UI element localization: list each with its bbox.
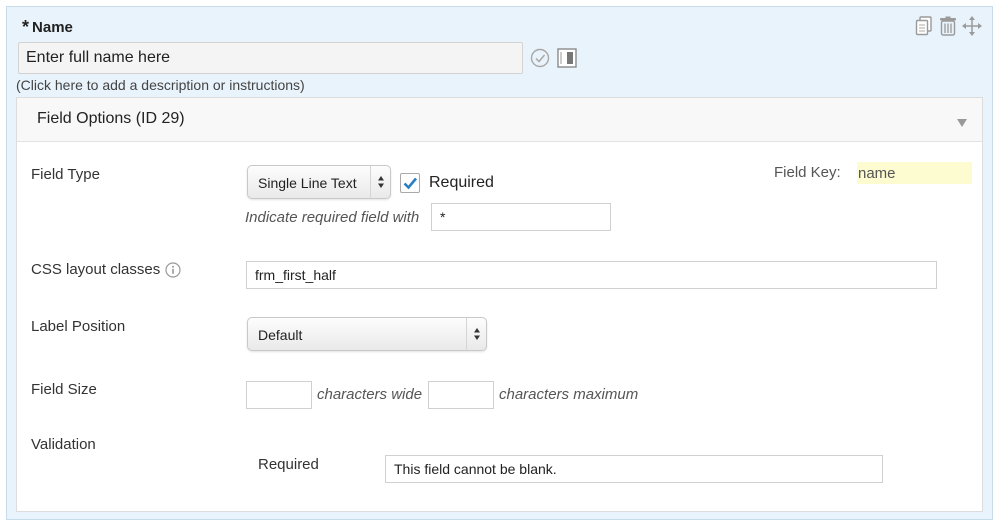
field-options-panel: Field Options (ID 29) Field Type Single … — [16, 97, 983, 512]
field-type-label: Field Type — [31, 166, 100, 183]
field-actions — [914, 15, 982, 37]
label-position-selected: Default — [258, 327, 303, 343]
field-label[interactable]: * Name — [22, 16, 73, 37]
column-icon[interactable] — [557, 48, 577, 71]
label-position-label: Label Position — [31, 318, 126, 335]
required-checkbox-label: Required — [429, 174, 494, 191]
required-checkbox[interactable] — [400, 173, 420, 193]
field-width-input[interactable] — [246, 381, 312, 409]
field-size-label: Field Size — [31, 381, 97, 398]
field-type-selected: Single Line Text — [258, 175, 357, 191]
field-key-label: Field Key: — [774, 164, 841, 181]
description-link[interactable]: (Click here to add a description or inst… — [16, 77, 305, 93]
css-classes-label: CSS layout classes — [31, 261, 161, 278]
move-icon[interactable] — [962, 15, 982, 37]
trash-icon[interactable] — [938, 15, 958, 37]
triangle-down-icon[interactable] — [956, 115, 968, 131]
css-classes-input[interactable] — [246, 261, 937, 289]
required-indicator-input[interactable] — [431, 203, 611, 231]
label-position-select[interactable]: Default — [247, 317, 487, 351]
info-icon[interactable] — [165, 262, 181, 281]
select-arrows-icon — [466, 318, 486, 350]
checkmark-icon — [403, 177, 417, 190]
field-max-input[interactable] — [428, 381, 494, 409]
required-marker: * — [22, 17, 30, 37]
characters-wide-label: characters wide — [317, 386, 423, 403]
field-options-header[interactable]: Field Options (ID 29) — [17, 98, 982, 142]
characters-maximum-label: characters maximum — [499, 386, 639, 403]
field-label-text: Name — [32, 19, 73, 36]
check-circle-icon[interactable] — [530, 48, 550, 71]
field-card: *Name (Click here to add a description o… — [6, 6, 993, 520]
field-type-select[interactable]: Single Line Text — [247, 165, 391, 199]
validation-label: Validation — [31, 436, 96, 453]
default-value-input[interactable] — [18, 42, 523, 74]
field-options-title: Field Options (ID 29) — [37, 110, 185, 127]
indicate-required-label: Indicate required field with — [245, 209, 420, 226]
duplicate-icon[interactable] — [914, 15, 934, 37]
field-key-input[interactable] — [857, 162, 972, 184]
validation-required-label: Required — [258, 456, 319, 473]
validation-required-message-input[interactable] — [385, 455, 883, 483]
select-arrows-icon — [370, 166, 390, 198]
